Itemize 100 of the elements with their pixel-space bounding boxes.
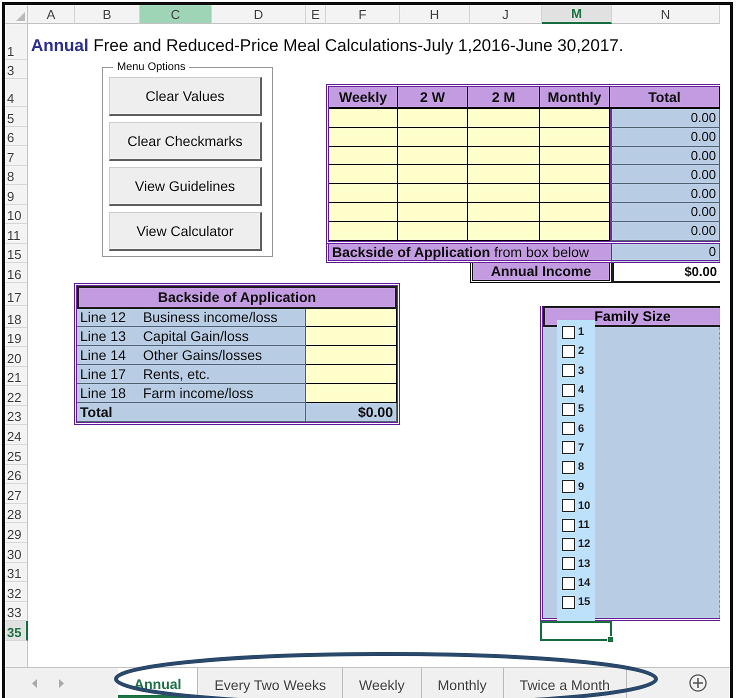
amount-input-cell[interactable] (468, 222, 540, 240)
amount-input-cell[interactable] (329, 165, 398, 184)
column-header[interactable]: H (400, 5, 470, 24)
row-header[interactable]: 23 (5, 406, 28, 426)
amount-input-cell[interactable] (468, 184, 540, 203)
column-header[interactable]: N (612, 5, 720, 24)
checkbox[interactable] (562, 364, 575, 378)
amount-input-cell[interactable] (329, 222, 398, 240)
amount-input-cell[interactable] (468, 146, 540, 166)
amount-input-cell[interactable] (398, 128, 468, 147)
row-header[interactable]: 7 (5, 146, 28, 166)
amount-input-cell[interactable] (540, 109, 610, 128)
checkbox[interactable] (562, 441, 575, 454)
row-header[interactable]: 3 (5, 60, 28, 79)
amount-input-cell[interactable] (329, 146, 398, 166)
row-header[interactable]: 20 (5, 347, 28, 367)
row-header[interactable]: 17 (5, 282, 28, 306)
column-header[interactable]: B (75, 5, 140, 24)
row-header[interactable]: 30 (5, 543, 28, 563)
checkbox[interactable] (562, 422, 575, 436)
amount-input-cell[interactable] (306, 384, 397, 404)
amount-input-cell[interactable] (329, 184, 398, 203)
row-header[interactable]: 32 (5, 582, 28, 602)
amount-input-cell[interactable] (540, 165, 610, 184)
checkbox[interactable] (562, 576, 575, 590)
macro-button[interactable]: Clear Checkmarks (109, 122, 262, 161)
amount-input-cell[interactable] (306, 327, 397, 346)
column-header[interactable]: D (212, 5, 306, 24)
amount-input-cell[interactable] (540, 146, 610, 166)
row-header[interactable]: 29 (5, 523, 28, 544)
amount-input-cell[interactable] (540, 128, 610, 147)
sheet-tab[interactable]: Twice a Month (504, 668, 627, 698)
macro-button[interactable]: View Calculator (109, 212, 262, 251)
fill-handle[interactable] (607, 636, 614, 643)
row-header[interactable]: 25 (5, 445, 28, 465)
row-header[interactable]: 33 (5, 602, 28, 622)
checkbox[interactable] (562, 499, 575, 512)
row-header[interactable]: 27 (5, 484, 28, 504)
column-header[interactable]: F (326, 5, 400, 24)
checkbox[interactable] (562, 460, 575, 474)
column-header[interactable]: A (28, 5, 75, 24)
column-header[interactable]: C (140, 5, 212, 24)
amount-input-cell[interactable] (306, 308, 397, 328)
row-header[interactable]: 26 (5, 464, 28, 484)
checkbox[interactable] (562, 480, 575, 494)
macro-button[interactable]: View Guidelines (109, 167, 262, 206)
amount-input-cell[interactable] (306, 346, 397, 366)
amount-input-cell[interactable] (398, 222, 468, 240)
amount-input-cell[interactable] (540, 222, 610, 240)
row-header[interactable]: 21 (5, 366, 28, 386)
checkbox[interactable] (562, 384, 575, 397)
amount-input-cell[interactable] (468, 165, 540, 184)
add-sheet-icon[interactable] (689, 674, 707, 692)
amount-input-cell[interactable] (468, 202, 540, 222)
checkbox[interactable] (562, 326, 575, 339)
amount-input-cell[interactable] (398, 165, 468, 184)
amount-input-cell[interactable] (540, 184, 610, 203)
amount-input-cell[interactable] (329, 128, 398, 147)
row-header[interactable]: 15 (5, 244, 28, 263)
row-header[interactable]: 16 (5, 263, 28, 282)
row-header[interactable]: 6 (5, 126, 28, 146)
sheet-tab[interactable]: Monthly (422, 668, 504, 698)
selected-cell[interactable] (540, 621, 612, 641)
macro-button[interactable]: Clear Values (109, 77, 262, 116)
row-header[interactable]: 5 (5, 107, 28, 126)
row-header[interactable]: 1 (5, 24, 28, 60)
row-header[interactable]: 35 (5, 621, 28, 641)
amount-input-cell[interactable] (398, 184, 468, 203)
checkbox[interactable] (562, 557, 575, 570)
checkbox[interactable] (562, 538, 575, 551)
amount-input-cell[interactable] (468, 109, 540, 128)
row-header[interactable]: 31 (5, 562, 28, 582)
amount-input-cell[interactable] (306, 365, 397, 384)
amount-input-cell[interactable] (398, 109, 468, 128)
row-header[interactable]: 19 (5, 328, 28, 348)
sheet-tab[interactable]: Every Two Weeks (198, 668, 343, 698)
checkbox[interactable] (562, 596, 575, 609)
row-header[interactable]: 28 (5, 504, 28, 524)
column-header[interactable]: M (542, 5, 612, 24)
sheet-tab[interactable]: Weekly (342, 668, 422, 698)
column-header[interactable]: E (306, 5, 326, 24)
amount-input-cell[interactable] (398, 202, 468, 222)
checkbox-label: 3 (578, 364, 584, 377)
checkbox[interactable] (562, 344, 575, 358)
row-header[interactable]: 24 (5, 425, 28, 446)
amount-input-cell[interactable] (540, 202, 610, 222)
row-header[interactable]: 8 (5, 166, 28, 185)
row-header[interactable]: 22 (5, 386, 28, 406)
row-header[interactable]: 10 (5, 204, 28, 224)
row-header[interactable]: 11 (5, 224, 28, 244)
checkbox[interactable] (562, 402, 575, 416)
amount-input-cell[interactable] (468, 128, 540, 147)
amount-input-cell[interactable] (398, 146, 468, 166)
column-header[interactable]: J (470, 5, 542, 24)
row-header[interactable]: 18 (5, 306, 28, 328)
row-header[interactable]: 4 (5, 79, 28, 107)
row-header[interactable]: 9 (5, 185, 28, 204)
checkbox[interactable] (562, 518, 575, 532)
amount-input-cell[interactable] (329, 202, 398, 222)
amount-input-cell[interactable] (329, 109, 398, 128)
